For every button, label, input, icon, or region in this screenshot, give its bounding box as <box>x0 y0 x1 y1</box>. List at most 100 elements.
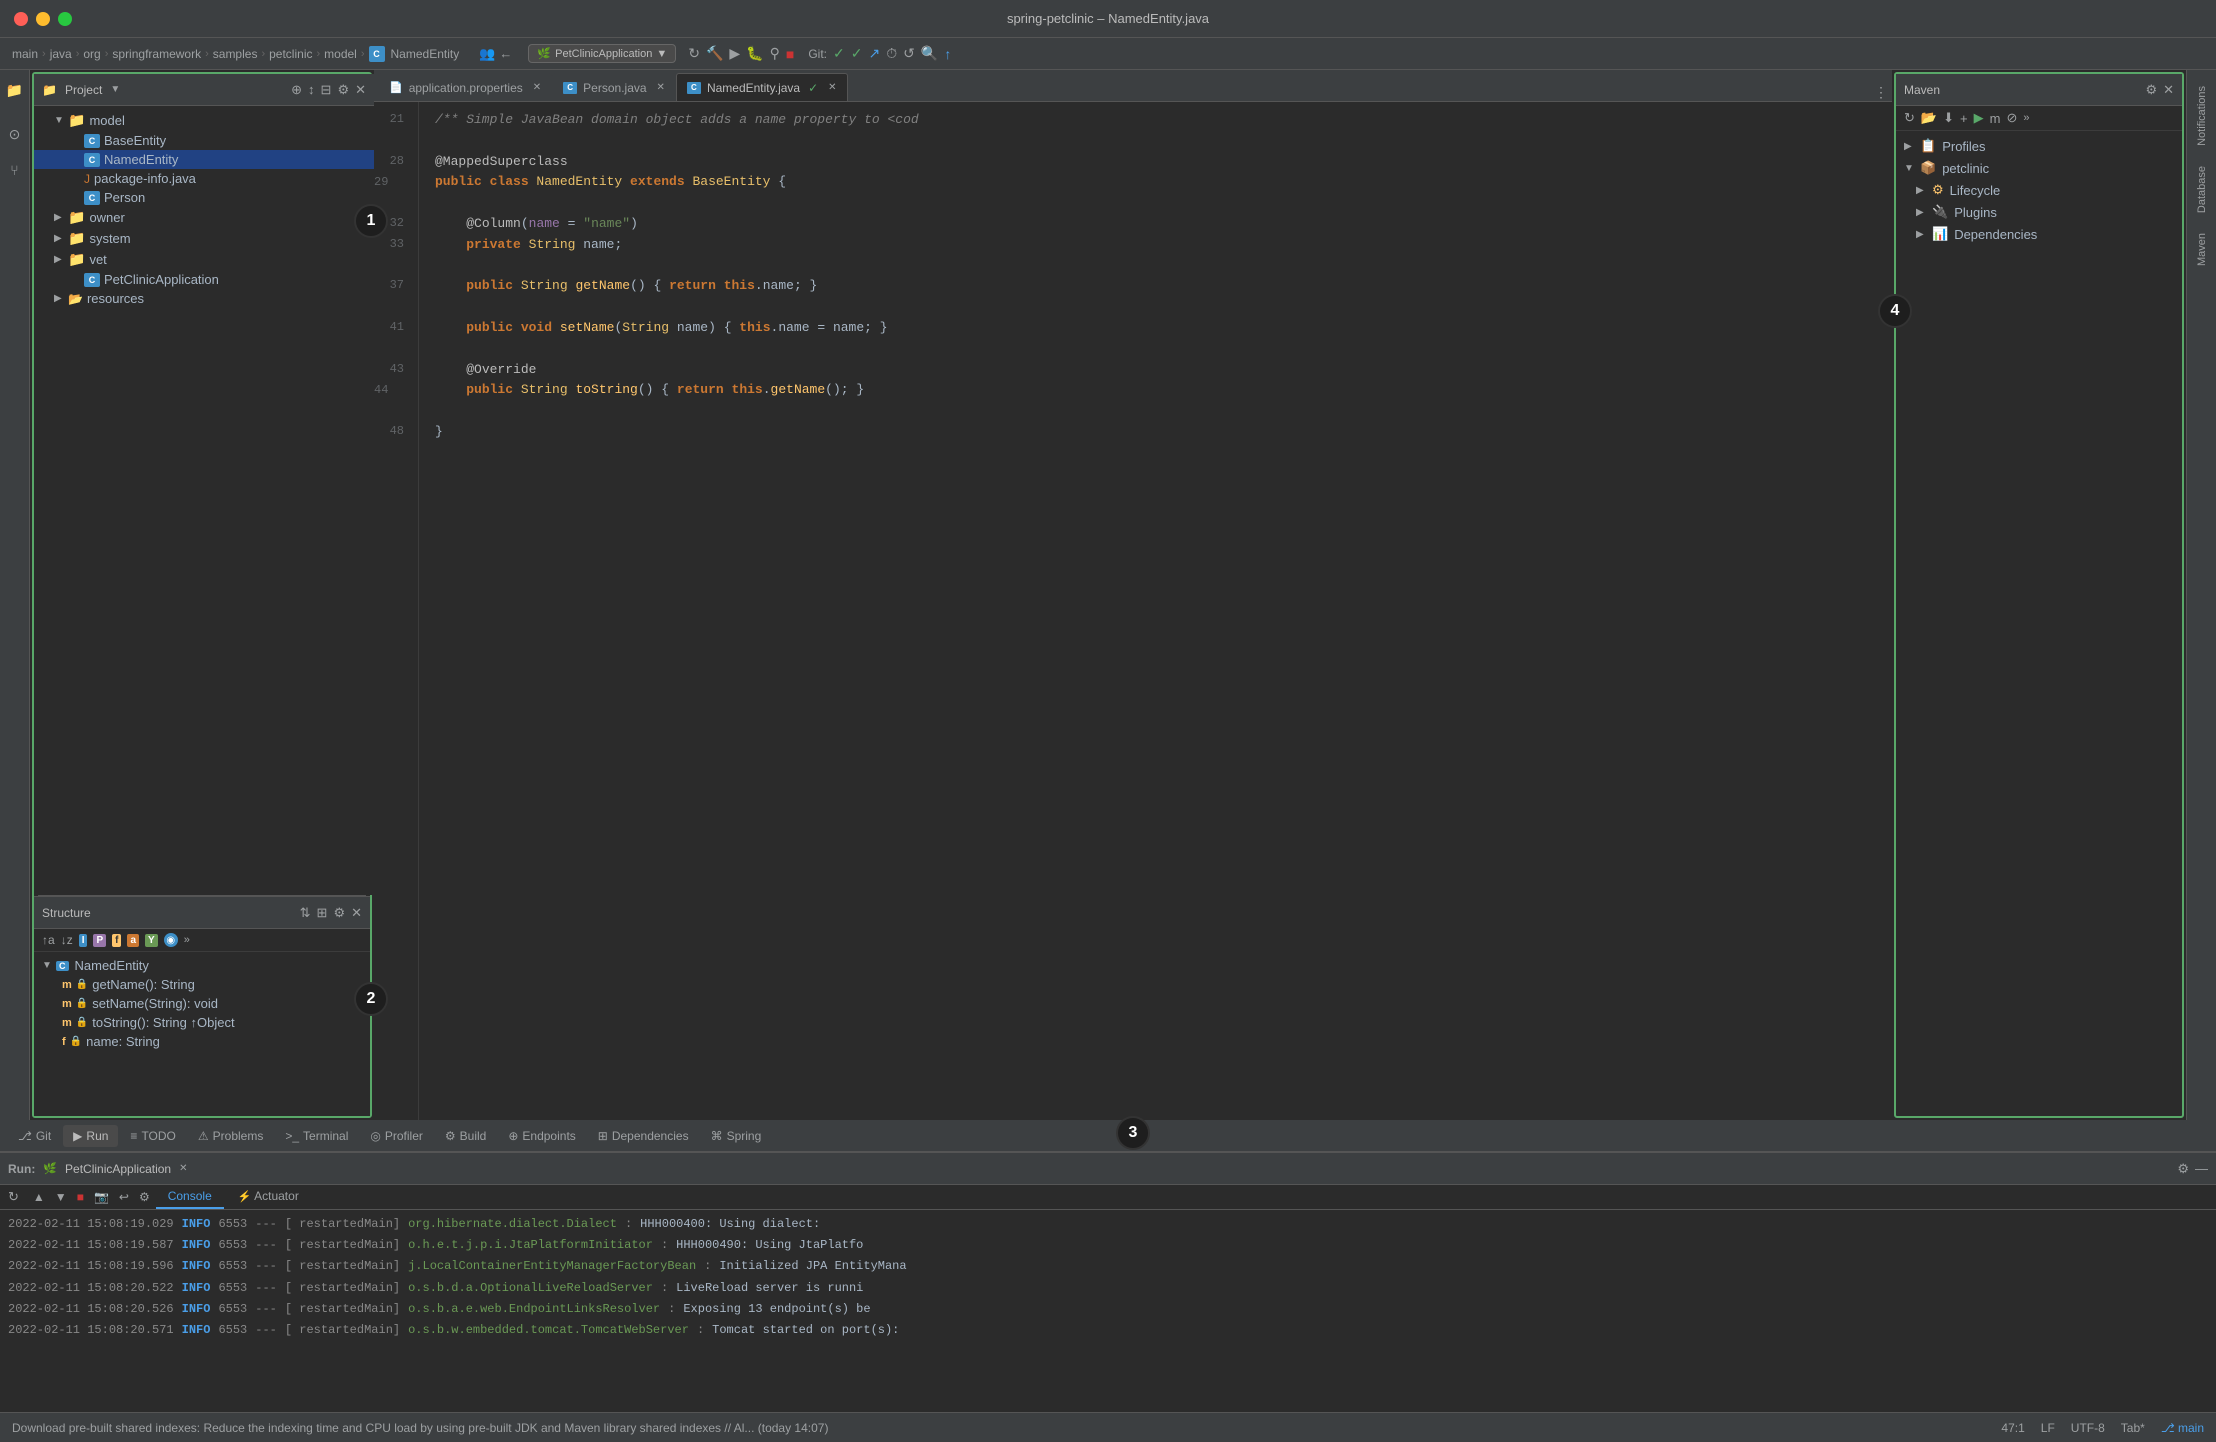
code-editor[interactable]: 21 28 29 32 33 37 41 43 44 48 <box>374 102 1892 1120</box>
debug-icon[interactable]: 🐛 <box>746 45 763 62</box>
run-minimize-icon[interactable]: — <box>2195 1161 2208 1177</box>
settings-icon[interactable]: ⚙ <box>333 905 345 921</box>
build-icon[interactable]: 🔨 <box>706 45 723 62</box>
run-toolbar-restart[interactable]: ↻ <box>0 1185 27 1209</box>
maven-m-icon[interactable]: m <box>1990 111 2001 126</box>
database-sidebar-label[interactable]: Database <box>2190 158 2214 221</box>
tree-item-petclinicapp[interactable]: C PetClinicApplication <box>34 270 374 289</box>
tab-close-icon[interactable]: ✕ <box>657 82 665 93</box>
close-structure-icon[interactable]: ✕ <box>351 905 362 921</box>
settings-icon[interactable]: ⚙ <box>337 82 349 98</box>
project-dropdown-icon[interactable]: ▼ <box>110 84 120 95</box>
run-toolbar-wrap[interactable]: ↩ <box>115 1185 133 1209</box>
run-icon[interactable]: ▶ <box>729 45 740 62</box>
maven-item-lifecycle[interactable]: ▶ ⚙ Lifecycle <box>1896 179 2182 201</box>
bottom-tab-profiler[interactable]: ◎ Profiler <box>360 1125 433 1147</box>
tab-person-java[interactable]: C Person.java ✕ <box>552 73 676 101</box>
git-push-icon[interactable]: ↗ <box>868 45 880 62</box>
extra-icon[interactable]: ◉ <box>164 933 178 947</box>
tree-item-system[interactable]: ▶ 📁 system <box>34 228 374 249</box>
maven-reload-icon[interactable]: ↻ <box>1904 110 1915 126</box>
sort-icon[interactable]: ↕ <box>308 82 315 98</box>
sort-desc-icon[interactable]: ↓z <box>61 933 73 947</box>
run-config-button[interactable]: 🌿 PetClinicApplication ▼ <box>528 44 676 63</box>
stop-icon[interactable]: ■ <box>786 46 794 62</box>
maven-run-icon[interactable]: ▶ <box>1974 110 1984 126</box>
tree-item-model[interactable]: ▼ 📁 model <box>34 110 374 131</box>
breadcrumb-main[interactable]: main <box>12 47 38 61</box>
breadcrumb-namedentity[interactable]: NamedEntity <box>391 47 460 61</box>
coverage-icon[interactable]: ⚲ <box>770 45 780 62</box>
sort-asc-icon[interactable]: ↑a <box>42 933 55 947</box>
more-icon[interactable]: » <box>184 934 190 946</box>
notifications-sidebar-label[interactable]: Notifications <box>2190 78 2214 154</box>
breadcrumb-java[interactable]: java <box>50 47 72 61</box>
reload-icon[interactable]: ↻ <box>688 45 700 62</box>
structure-item-namedentity[interactable]: ▼ C NamedEntity <box>34 956 370 975</box>
git-check-icon[interactable]: ✓ <box>833 45 845 62</box>
minimize-button[interactable] <box>36 12 50 26</box>
maven-download-icon[interactable]: ⬇ <box>1943 110 1954 126</box>
status-position[interactable]: 47:1 <box>2001 1421 2024 1435</box>
maven-close-icon[interactable]: ✕ <box>2163 82 2174 98</box>
maven-settings-icon[interactable]: ⚙ <box>2145 82 2157 98</box>
group-icon[interactable]: ⊞ <box>317 905 328 921</box>
run-tab-actuator[interactable]: ⚡ Actuator <box>226 1185 311 1209</box>
maven-item-profiles[interactable]: ▶ 📋 Profiles <box>1896 135 2182 157</box>
status-encoding[interactable]: LF <box>2041 1421 2055 1435</box>
status-message[interactable]: Download pre-built shared indexes: Reduc… <box>12 1421 828 1435</box>
maven-open-icon[interactable]: 📂 <box>1921 110 1937 126</box>
commit-sidebar-icon[interactable]: ⊙ <box>3 122 27 146</box>
run-toolbar-up[interactable]: ▲ <box>29 1185 49 1209</box>
maven-sidebar-label[interactable]: Maven <box>2190 225 2214 274</box>
maven-item-plugins[interactable]: ▶ 🔌 Plugins <box>1896 201 2182 223</box>
run-toolbar-down[interactable]: ▼ <box>51 1185 71 1209</box>
tab-close-icon[interactable]: ✕ <box>828 82 836 93</box>
maximize-button[interactable] <box>58 12 72 26</box>
back-icon[interactable]: ← <box>499 46 512 61</box>
maven-skip-icon[interactable]: ⊘ <box>2006 110 2017 126</box>
people-icon[interactable]: 👥 <box>479 46 495 62</box>
bottom-tab-build[interactable]: ⚙ Build <box>435 1125 496 1147</box>
git-time-icon[interactable]: ⏱ <box>886 45 897 62</box>
tree-item-namedentity[interactable]: C NamedEntity <box>34 150 374 169</box>
tree-item-owner[interactable]: ▶ 📁 owner <box>34 207 374 228</box>
run-tab-console[interactable]: Console <box>156 1185 224 1209</box>
breadcrumb-org[interactable]: org <box>83 47 100 61</box>
structure-item-setname[interactable]: m 🔒 setName(String): void <box>34 994 370 1013</box>
tree-item-resources[interactable]: ▶ 📂 resources <box>34 289 374 308</box>
upload-icon[interactable]: ↑ <box>944 46 951 62</box>
git-undo-icon[interactable]: ↺ <box>903 45 915 62</box>
maven-more-icon[interactable]: » <box>2023 112 2029 124</box>
maven-add-icon[interactable]: + <box>1960 111 1968 126</box>
locate-icon[interactable]: ⊕ <box>291 82 302 98</box>
run-toolbar-stop[interactable]: ■ <box>73 1185 88 1209</box>
structure-item-getname[interactable]: m 🔒 getName(): String <box>34 975 370 994</box>
collapse-icon[interactable]: ⊟ <box>321 82 332 98</box>
pullrequest-sidebar-icon[interactable]: ⑂ <box>3 158 27 182</box>
maven-item-dependencies[interactable]: ▶ 📊 Dependencies <box>1896 223 2182 245</box>
bottom-tab-endpoints[interactable]: ⊕ Endpoints <box>498 1125 585 1147</box>
bottom-tab-todo[interactable]: ≡ TODO <box>120 1125 185 1147</box>
code-content[interactable]: /** Simple JavaBean domain object adds a… <box>419 102 1892 1120</box>
breadcrumb-samples[interactable]: samples <box>213 47 258 61</box>
structure-item-name[interactable]: f 🔒 name: String <box>34 1032 370 1051</box>
status-branch[interactable]: ⎇ main <box>2161 1421 2204 1435</box>
maven-item-petclinic[interactable]: ▼ 📦 petclinic <box>1896 157 2182 179</box>
breadcrumb-springframework[interactable]: springframework <box>112 47 201 61</box>
interface-filter-icon[interactable]: Y <box>145 934 158 947</box>
tree-item-person[interactable]: C Person <box>34 188 374 207</box>
tab-namedentity-java[interactable]: C NamedEntity.java ✓ ✕ <box>676 73 848 101</box>
project-sidebar-icon[interactable]: 📁 <box>3 78 27 102</box>
tree-item-vet[interactable]: ▶ 📁 vet <box>34 249 374 270</box>
sort-alpha-icon[interactable]: ⇅ <box>300 905 311 921</box>
run-settings-icon[interactable]: ⚙ <box>2177 1161 2189 1177</box>
close-button[interactable] <box>14 12 28 26</box>
private-filter-icon[interactable]: a <box>127 934 139 947</box>
breadcrumb-model[interactable]: model <box>324 47 357 61</box>
bottom-tab-terminal[interactable]: >_ Terminal <box>275 1125 358 1147</box>
tab-close-icon[interactable]: ✕ <box>533 82 541 93</box>
tree-item-packageinfo[interactable]: J package-info.java <box>34 169 374 188</box>
search-icon[interactable]: 🔍 <box>921 45 938 62</box>
field-filter-icon[interactable]: f <box>112 934 121 947</box>
